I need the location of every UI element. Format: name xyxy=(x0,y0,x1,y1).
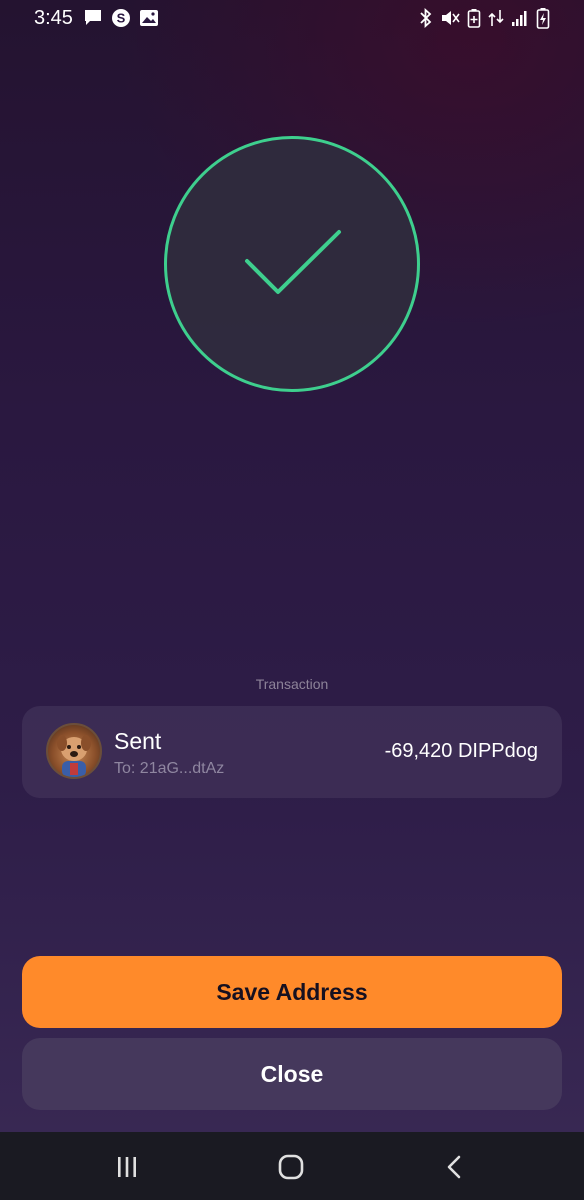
transaction-card[interactable]: Sent To: 21aG...dtAz -69,420 DIPPdog xyxy=(22,706,562,798)
image-icon xyxy=(139,9,159,27)
skype-icon: S xyxy=(111,8,131,28)
data-icon xyxy=(488,8,504,28)
transaction-recipient: To: 21aG...dtAz xyxy=(114,760,225,777)
mute-icon xyxy=(440,8,460,28)
back-icon[interactable] xyxy=(440,1152,470,1182)
message-icon xyxy=(83,9,103,27)
save-address-button[interactable]: Save Address xyxy=(22,956,562,1028)
recent-apps-icon[interactable] xyxy=(112,1152,142,1182)
token-avatar xyxy=(46,723,102,779)
home-icon[interactable] xyxy=(276,1152,306,1182)
status-left: 3:45 S xyxy=(34,7,159,30)
navigation-bar xyxy=(0,1132,584,1200)
checkmark-icon xyxy=(245,230,341,294)
transaction-title: Sent xyxy=(114,728,162,754)
battery-saver-icon xyxy=(467,8,481,28)
success-circle xyxy=(164,136,420,392)
status-time: 3:45 xyxy=(34,6,73,29)
status-right xyxy=(419,7,550,29)
status-bar: 3:45 S xyxy=(0,0,584,36)
close-button[interactable]: Close xyxy=(22,1038,562,1110)
bluetooth-icon xyxy=(419,8,433,28)
battery-icon xyxy=(536,7,550,29)
transaction-section-label: Transaction xyxy=(255,676,329,692)
transaction-amount: -69,420 DIPPdog xyxy=(384,740,538,762)
signal-icon xyxy=(511,9,529,27)
svg-text:S: S xyxy=(117,11,126,26)
